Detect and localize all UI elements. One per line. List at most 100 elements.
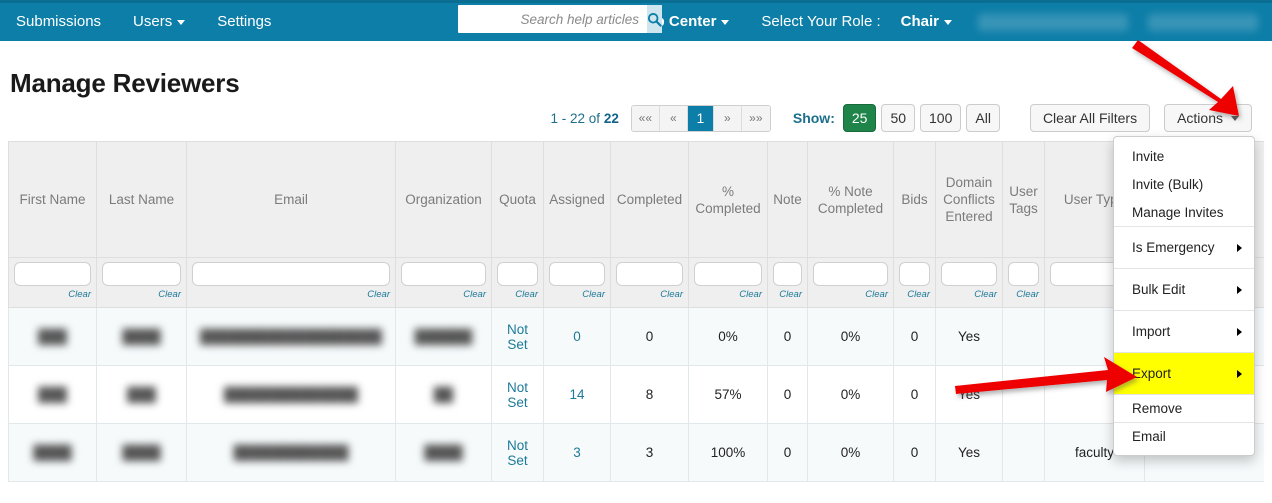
- menu-item-invite-bulk[interactable]: Invite (Bulk): [1114, 170, 1254, 198]
- filter-clear-link[interactable]: Clear: [899, 289, 930, 300]
- column-header-note[interactable]: Note: [767, 141, 808, 258]
- column-header-completed[interactable]: % Completed: [688, 141, 768, 258]
- nav-item-redacted-2[interactable]: [1148, 13, 1258, 31]
- column-header-last-name[interactable]: Last Name: [96, 141, 187, 258]
- menu-item-manage-invites[interactable]: Manage Invites: [1114, 198, 1254, 226]
- cell-first-name: ████: [8, 423, 97, 482]
- filter-cell: Clear: [935, 257, 1003, 308]
- cell-note: 0: [767, 307, 808, 366]
- menu-item-is-emergency[interactable]: Is Emergency: [1114, 226, 1254, 268]
- menu-item-export[interactable]: Export: [1114, 352, 1254, 394]
- table-row[interactable]: ███ ████ ███████████████████ ██████ Not Set 0…: [8, 307, 1264, 366]
- cell-pct-completed: 0%: [688, 307, 768, 366]
- filter-cell: Clear: [395, 257, 492, 308]
- search-input[interactable]: [458, 6, 647, 32]
- prev-page-button[interactable]: «: [659, 105, 688, 131]
- filter-input-note-completed[interactable]: [813, 262, 888, 286]
- filter-input-quota[interactable]: [497, 262, 538, 286]
- redacted-value: ███: [127, 387, 156, 402]
- redacted-value: ████: [33, 445, 72, 460]
- redacted-value: ███: [38, 387, 67, 402]
- column-header-quota[interactable]: Quota: [491, 141, 544, 258]
- show-50-button[interactable]: 50: [881, 104, 916, 132]
- assigned-link[interactable]: 3: [573, 445, 581, 460]
- filter-clear-link[interactable]: Clear: [549, 289, 605, 300]
- filter-clear-link[interactable]: Clear: [694, 289, 762, 300]
- next-page-button[interactable]: »: [713, 105, 742, 131]
- clear-all-filters-button[interactable]: Clear All Filters: [1029, 104, 1151, 132]
- cell-value: 3: [645, 445, 654, 460]
- last-page-button[interactable]: »»: [741, 105, 770, 131]
- search-box[interactable]: [458, 5, 662, 33]
- filter-input-user-tags[interactable]: [1008, 262, 1039, 286]
- filter-cell: Clear: [767, 257, 808, 308]
- column-header-organization[interactable]: Organization: [395, 141, 492, 258]
- menu-item-remove[interactable]: Remove: [1114, 394, 1254, 422]
- filter-cell: Clear: [186, 257, 396, 308]
- menu-item-invite[interactable]: Invite: [1114, 142, 1254, 170]
- cell-organization: ██: [395, 365, 492, 424]
- redacted-value: ████████████: [233, 445, 349, 460]
- actions-button[interactable]: Actions: [1164, 104, 1252, 132]
- filter-input-assigned[interactable]: [549, 262, 605, 286]
- quota-link[interactable]: Not Set: [507, 322, 528, 352]
- filter-input-bids[interactable]: [899, 262, 930, 286]
- cell-quota: Not Set: [491, 307, 544, 366]
- cell-assigned: 3: [543, 423, 611, 482]
- filter-input-first-name[interactable]: [14, 262, 91, 286]
- filter-clear-link[interactable]: Clear: [941, 289, 997, 300]
- cell-last-name: ████: [96, 423, 187, 482]
- column-header-user-tags[interactable]: User Tags: [1002, 141, 1045, 258]
- filter-input-last-name[interactable]: [102, 262, 181, 286]
- column-header-first-name[interactable]: First Name: [8, 141, 97, 258]
- search-button[interactable]: [647, 5, 662, 33]
- filter-clear-link[interactable]: Clear: [813, 289, 888, 300]
- filter-clear-link[interactable]: Clear: [773, 289, 802, 300]
- quota-link[interactable]: Not Set: [507, 438, 528, 468]
- nav-item-users[interactable]: Users: [117, 3, 201, 41]
- filter-clear-link[interactable]: Clear: [616, 289, 683, 300]
- show-25-button[interactable]: 25: [842, 104, 877, 132]
- filter-input-domain-conflicts-entered[interactable]: [941, 262, 997, 286]
- show-all-button[interactable]: All: [966, 104, 1000, 132]
- menu-item-import[interactable]: Import: [1114, 310, 1254, 352]
- menu-item-label: Bulk Edit: [1132, 282, 1186, 297]
- filter-input-email[interactable]: [192, 262, 390, 286]
- filter-input-organization[interactable]: [401, 262, 486, 286]
- column-header-note-completed[interactable]: % Note Completed: [807, 141, 894, 258]
- column-header-domain-conflicts-entered[interactable]: Domain Conflicts Entered: [935, 141, 1003, 258]
- nav-item-settings[interactable]: Settings: [201, 3, 287, 41]
- cell-organization: ██████: [395, 307, 492, 366]
- result-range-prefix: 1 - 22 of: [550, 110, 604, 126]
- filter-clear-link[interactable]: Clear: [14, 289, 91, 300]
- quota-link[interactable]: Not Set: [507, 380, 528, 410]
- filter-clear-link[interactable]: Clear: [497, 289, 538, 300]
- show-100-button[interactable]: 100: [920, 104, 962, 132]
- table-row[interactable]: ████ ████ ████████████ ████ Not Set 3 3 100% 0 0%…: [8, 423, 1264, 482]
- cell-pct-note-completed: 0%: [807, 365, 894, 424]
- page-1-button[interactable]: 1: [687, 105, 714, 131]
- redacted-value: ███████████████████: [200, 329, 382, 344]
- menu-item-email[interactable]: Email: [1114, 422, 1254, 450]
- role-selector[interactable]: Chair: [885, 3, 968, 41]
- nav-item-redacted-1[interactable]: [978, 13, 1128, 31]
- column-header-completed[interactable]: Completed: [610, 141, 689, 258]
- first-page-button[interactable]: ««: [631, 105, 660, 131]
- filter-input-completed[interactable]: [616, 262, 683, 286]
- filter-input-note[interactable]: [773, 262, 802, 286]
- cell-assigned: 0: [543, 307, 611, 366]
- column-header-assigned[interactable]: Assigned: [543, 141, 611, 258]
- filter-clear-link[interactable]: Clear: [1008, 289, 1039, 300]
- menu-item-bulk-edit[interactable]: Bulk Edit: [1114, 268, 1254, 310]
- chevron-right-icon: [1237, 327, 1242, 336]
- column-header-bids[interactable]: Bids: [893, 141, 936, 258]
- filter-clear-link[interactable]: Clear: [102, 289, 181, 300]
- assigned-link[interactable]: 0: [573, 329, 581, 344]
- filter-clear-link[interactable]: Clear: [401, 289, 486, 300]
- column-header-email[interactable]: Email: [186, 141, 396, 258]
- table-row[interactable]: ███ ███ ██████████████ ██ Not Set 14 8 57% 0 0% 0 Y…: [8, 365, 1264, 424]
- filter-input-completed[interactable]: [694, 262, 762, 286]
- nav-item-submissions[interactable]: Submissions: [0, 3, 117, 41]
- assigned-link[interactable]: 14: [569, 387, 584, 402]
- filter-clear-link[interactable]: Clear: [192, 289, 390, 300]
